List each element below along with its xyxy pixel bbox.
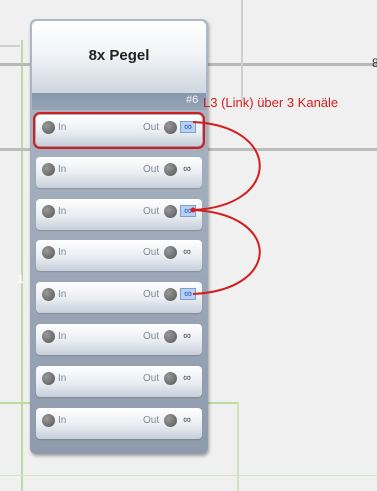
link-node-dot (190, 207, 196, 213)
link-annotation: L3 (Link) über 3 Kanäle (203, 95, 339, 110)
channel-marker: 1 (17, 272, 24, 286)
edge-marker: 8 (372, 56, 377, 70)
link-connector-overlay (190, 121, 261, 295)
link-arc-upper (192, 121, 261, 211)
link-arc-lower (192, 209, 261, 295)
